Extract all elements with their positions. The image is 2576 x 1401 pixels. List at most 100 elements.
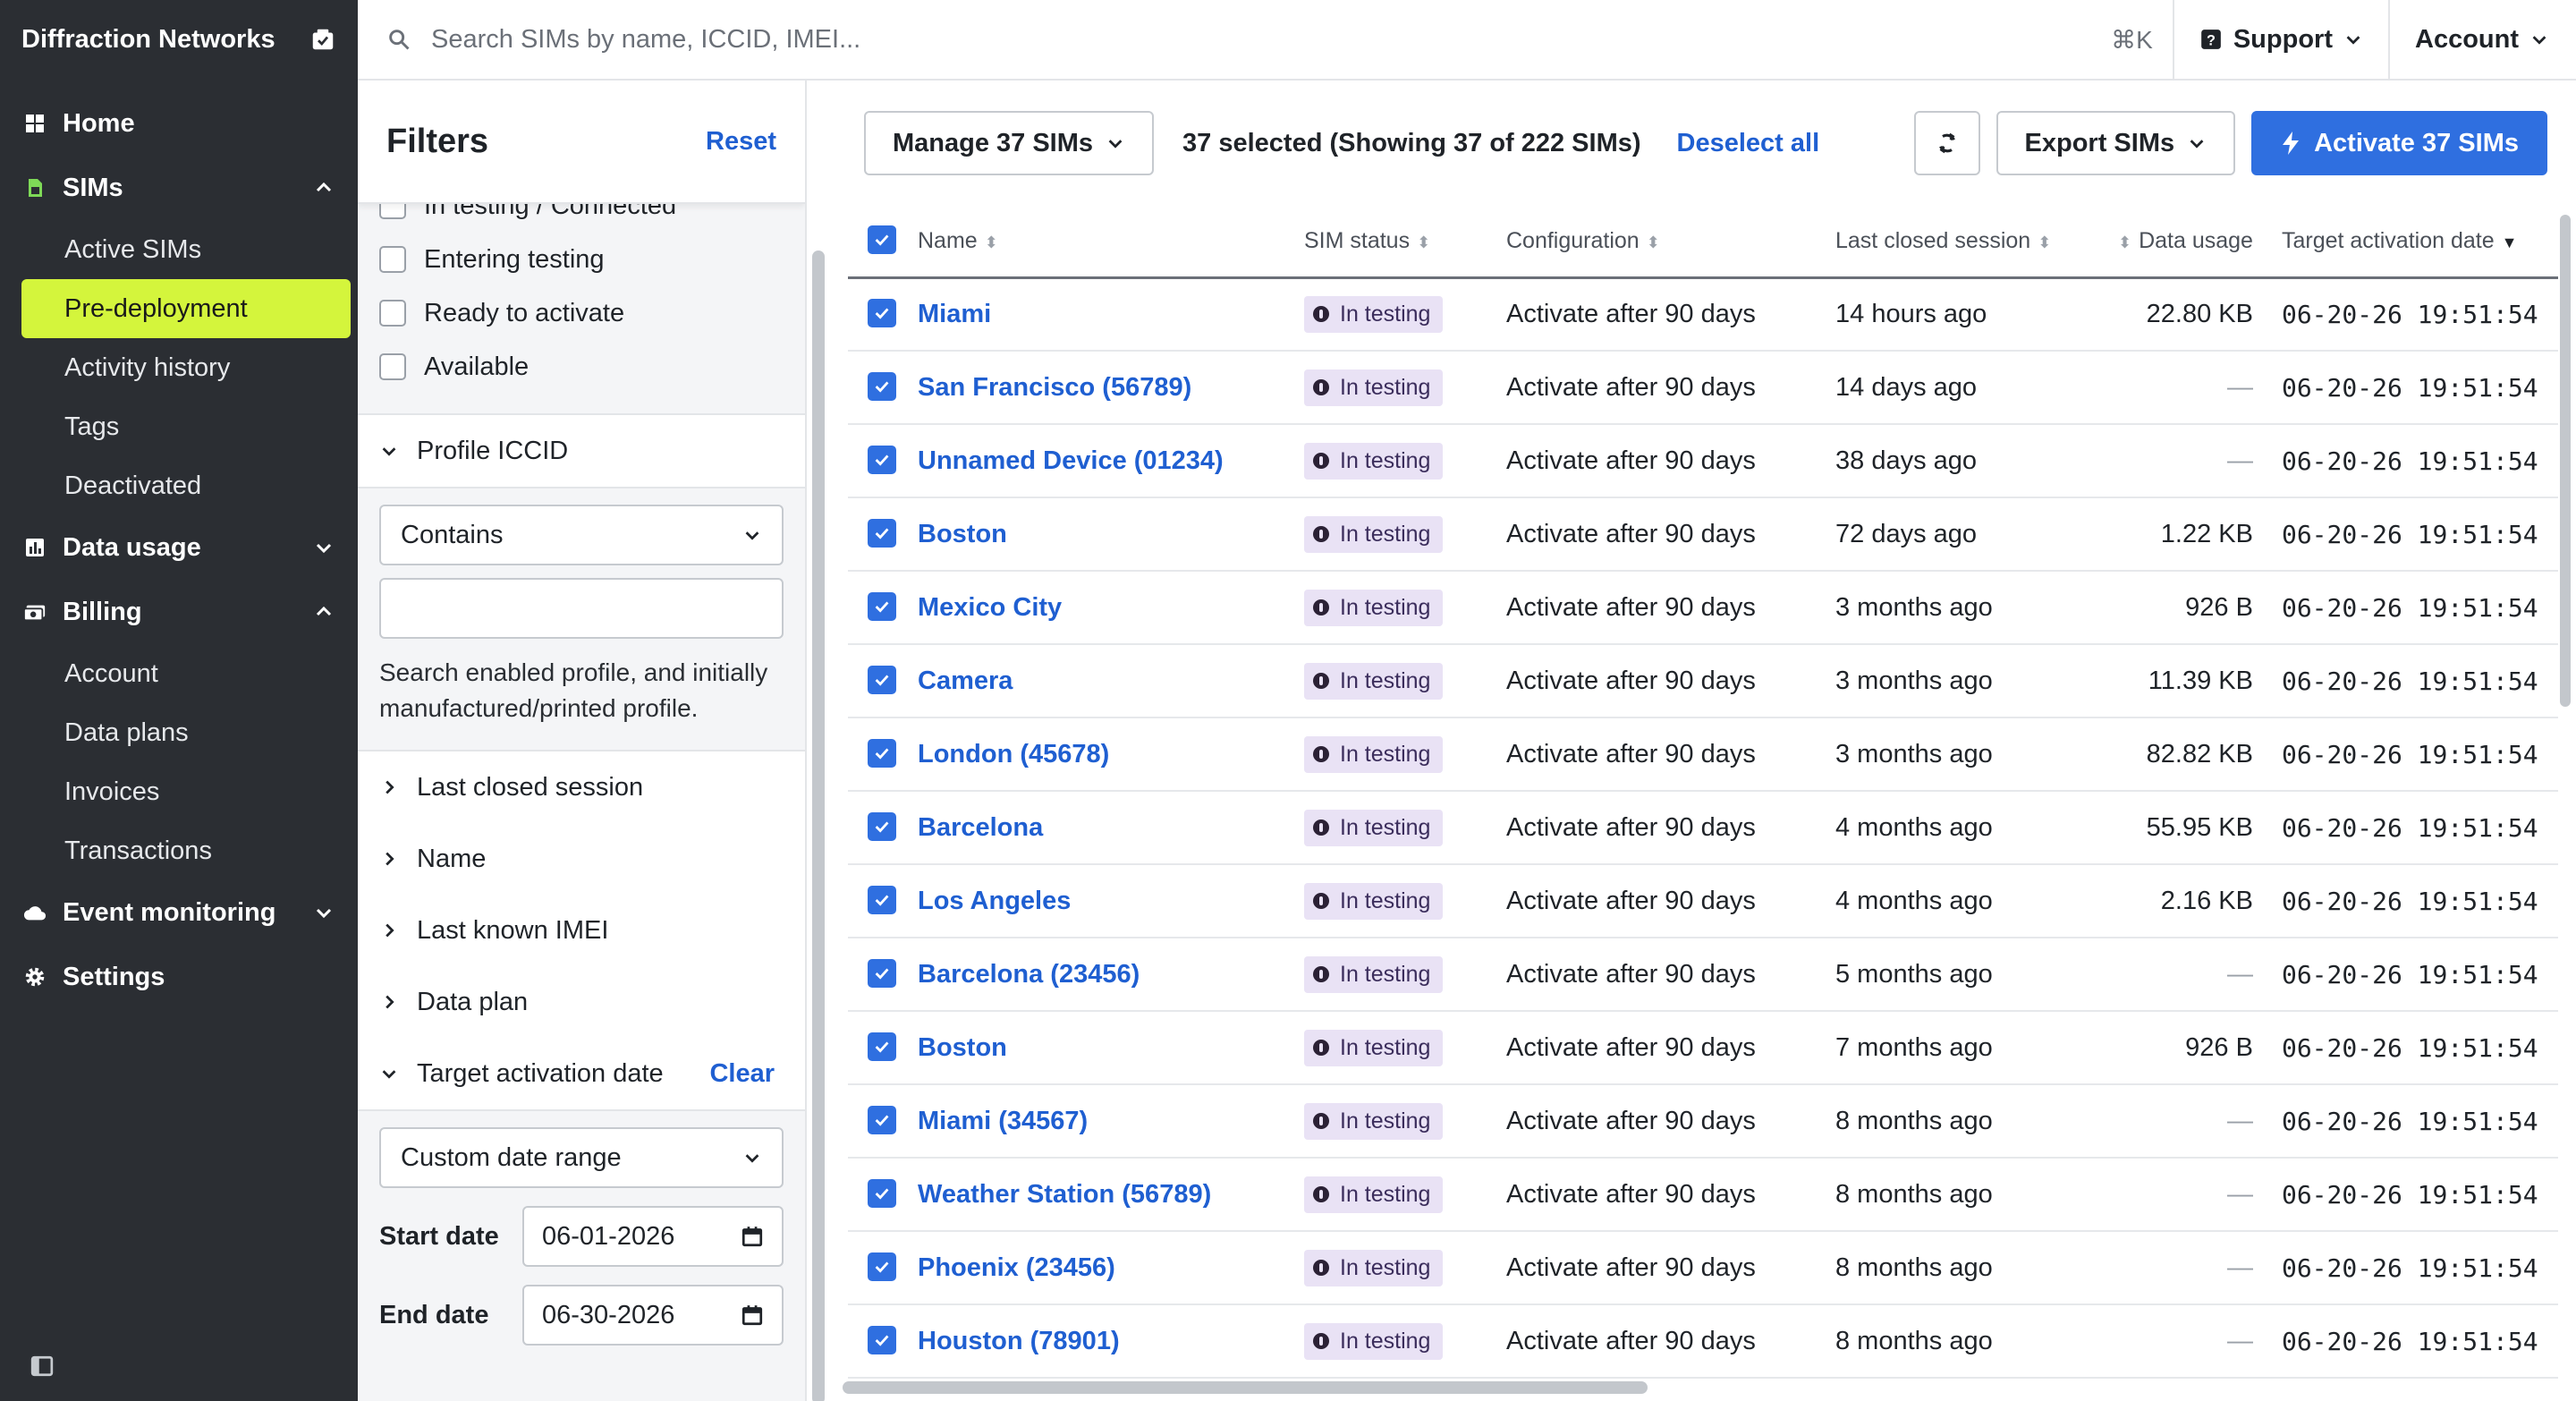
table-vertical-scrollbar[interactable]	[2560, 215, 2571, 707]
table-row[interactable]: Weather Station (56789) In testing Activat…	[848, 1158, 2558, 1232]
export-sims-button[interactable]: Export SIMs	[1996, 111, 2236, 175]
column-header-last-session[interactable]: Last closed session ⬍	[1835, 206, 2118, 279]
row-checkbox[interactable]	[868, 1105, 896, 1134]
table-horizontal-scrollbar[interactable]	[843, 1381, 1648, 1394]
nav-sims[interactable]: SIMs	[0, 156, 358, 220]
filter-profile-iccid-header[interactable]: Profile ICCID	[358, 415, 805, 487]
column-header-name[interactable]: Name ⬍	[918, 206, 1304, 279]
row-checkbox[interactable]	[868, 1032, 896, 1061]
table-row[interactable]: Barcelona In testing Activate after 90 day…	[848, 791, 2558, 865]
end-date-input[interactable]: 06-30-2026	[522, 1285, 784, 1346]
chevron-down-icon[interactable]	[313, 902, 335, 923]
manage-sims-button[interactable]: Manage 37 SIMs	[864, 111, 1155, 175]
table-row[interactable]: Boston In testing Activate after 90 days 72…	[848, 497, 2558, 572]
nav-activity-history[interactable]: Activity history	[21, 338, 351, 397]
sim-name-link[interactable]: Boston	[918, 1033, 1007, 1062]
row-checkbox[interactable]	[868, 738, 896, 768]
sim-name-link[interactable]: San Francisco (56789)	[918, 373, 1191, 402]
start-date-input[interactable]: 06-01-2026	[522, 1206, 784, 1267]
row-checkbox[interactable]	[868, 1252, 896, 1281]
nav-active-sims[interactable]: Active SIMs	[21, 220, 351, 279]
row-checkbox[interactable]	[868, 371, 896, 401]
account-menu[interactable]: Account	[2388, 0, 2576, 79]
column-header-status[interactable]: SIM status ⬍	[1304, 206, 1506, 279]
nav-pre-deployment[interactable]: Pre-deployment	[21, 279, 351, 338]
table-row[interactable]: Miami (34567) In testing Activate after 90…	[848, 1084, 2558, 1159]
status-option-ready-to-activate[interactable]: Ready to activate	[358, 286, 805, 340]
checkbox[interactable]	[379, 300, 406, 327]
activate-sims-button[interactable]: Activate 37 SIMs	[2251, 111, 2547, 175]
column-header-configuration[interactable]: Configuration ⬍	[1506, 206, 1835, 279]
sim-name-link[interactable]: Barcelona	[918, 813, 1043, 842]
workspace-switcher-icon[interactable]	[309, 26, 336, 53]
table-row[interactable]: Camera In testing Activate after 90 days 3 …	[848, 644, 2558, 718]
table-row[interactable]: Los Angeles In testing Activate after 90 d…	[848, 864, 2558, 938]
column-header-target-date[interactable]: Target activation date ▼	[2281, 206, 2558, 279]
table-row[interactable]: Barcelona (23456) In testing Activate afte…	[848, 938, 2558, 1012]
filters-scrollbar[interactable]	[812, 250, 825, 1401]
sim-name-link[interactable]: Los Angeles	[918, 887, 1071, 915]
chevron-down-icon[interactable]	[313, 537, 335, 558]
status-option-entering-testing[interactable]: Entering testing	[358, 233, 805, 286]
nav-invoices[interactable]: Invoices	[21, 762, 351, 821]
filter-name[interactable]: Name	[358, 823, 805, 895]
row-checkbox[interactable]	[868, 591, 896, 621]
calendar-icon[interactable]	[741, 1225, 764, 1248]
row-checkbox[interactable]	[868, 518, 896, 548]
iccid-text-input[interactable]	[379, 578, 784, 639]
filter-last-known-imei[interactable]: Last known IMEI	[358, 895, 805, 966]
sim-name-link[interactable]: Boston	[918, 520, 1007, 548]
row-checkbox[interactable]	[868, 298, 896, 327]
sim-name-link[interactable]: Miami (34567)	[918, 1107, 1088, 1135]
nav-settings[interactable]: Settings	[0, 945, 358, 1009]
table-row[interactable]: Mexico City In testing Activate after 90 d…	[848, 571, 2558, 645]
deselect-all-link[interactable]: Deselect all	[1677, 129, 1820, 158]
sim-name-link[interactable]: Miami	[918, 300, 991, 328]
checkbox[interactable]	[379, 246, 406, 273]
sim-name-link[interactable]: London (45678)	[918, 740, 1109, 768]
reset-filters-link[interactable]: Reset	[706, 127, 776, 157]
table-row[interactable]: Houston (78901) In testing Activate after …	[848, 1304, 2558, 1379]
nav-event-monitoring[interactable]: Event monitoring	[0, 880, 358, 945]
filter-target-activation-header[interactable]: Target activation date Clear	[358, 1038, 805, 1109]
date-range-select[interactable]: Custom date range	[379, 1127, 784, 1188]
sim-name-link[interactable]: Houston (78901)	[918, 1327, 1120, 1355]
nav-deactivated[interactable]: Deactivated	[21, 456, 351, 515]
collapse-sidebar-icon[interactable]	[30, 1354, 54, 1378]
nav-billing[interactable]: Billing	[0, 580, 358, 644]
checkbox[interactable]	[379, 353, 406, 380]
filter-data-plan[interactable]: Data plan	[358, 966, 805, 1038]
column-header-data-usage[interactable]: ⬍ Data usage	[2118, 206, 2282, 279]
select-all-checkbox[interactable]	[868, 225, 896, 255]
table-row[interactable]: San Francisco (56789) In testing Activate …	[848, 351, 2558, 425]
nav-data-usage[interactable]: Data usage	[0, 515, 358, 580]
row-checkbox[interactable]	[868, 445, 896, 474]
calendar-icon[interactable]	[741, 1303, 764, 1327]
nav-transactions[interactable]: Transactions	[21, 821, 351, 880]
row-checkbox[interactable]	[868, 665, 896, 694]
chevron-up-icon[interactable]	[313, 601, 335, 623]
row-checkbox[interactable]	[868, 958, 896, 988]
table-row[interactable]: London (45678) In testing Activate after 9…	[848, 717, 2558, 792]
nav-home[interactable]: Home	[0, 91, 358, 156]
sim-name-link[interactable]: Phoenix (23456)	[918, 1253, 1115, 1282]
sim-name-link[interactable]: Barcelona (23456)	[918, 960, 1140, 989]
nav-tags[interactable]: Tags	[21, 397, 351, 456]
table-row[interactable]: Unnamed Device (01234) In testing Activate…	[848, 424, 2558, 498]
row-checkbox[interactable]	[868, 885, 896, 914]
nav-data-plans[interactable]: Data plans	[21, 703, 351, 762]
nav-account[interactable]: Account	[21, 644, 351, 703]
iccid-operator-select[interactable]: Contains	[379, 505, 784, 565]
sim-name-link[interactable]: Camera	[918, 667, 1013, 695]
row-checkbox[interactable]	[868, 811, 896, 841]
chevron-up-icon[interactable]	[313, 177, 335, 199]
search-input[interactable]	[431, 24, 2112, 55]
table-row[interactable]: Miami In testing Activate after 90 days 14 …	[848, 277, 2558, 352]
row-checkbox[interactable]	[868, 1325, 896, 1354]
clear-target-date-link[interactable]: Clear	[709, 1059, 775, 1089]
filter-last-closed-session[interactable]: Last closed session	[358, 750, 805, 823]
sim-name-link[interactable]: Mexico City	[918, 593, 1062, 622]
table-row[interactable]: Phoenix (23456) In testing Activate after …	[848, 1231, 2558, 1305]
row-checkbox[interactable]	[868, 1178, 896, 1208]
sim-name-link[interactable]: Unnamed Device (01234)	[918, 446, 1224, 475]
